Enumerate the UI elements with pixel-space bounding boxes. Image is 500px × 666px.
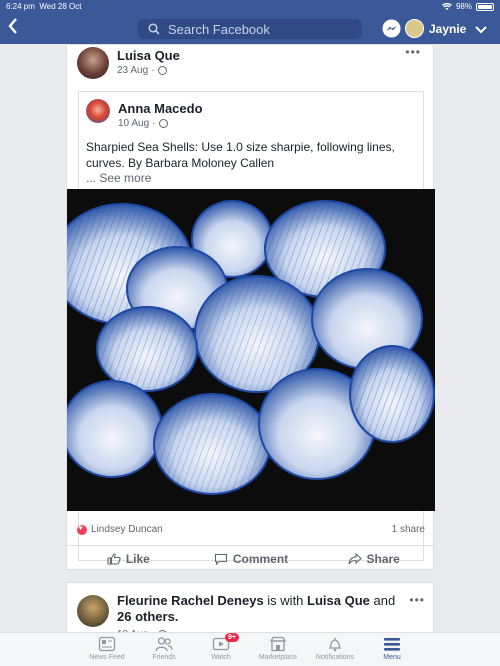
bell-icon — [326, 636, 344, 652]
globe-icon — [158, 119, 168, 128]
post-header: Luisa Que 23 Aug · ••• — [77, 45, 425, 85]
post-meta: 23 Aug · — [117, 65, 167, 76]
menu-icon — [383, 636, 401, 652]
comment-button[interactable]: Comment — [190, 546, 313, 571]
shares-count[interactable]: 1 share — [392, 524, 425, 535]
painted-shells-image — [67, 189, 435, 511]
shared-author-avatar[interactable] — [86, 99, 110, 123]
see-more-link[interactable]: ... See more — [86, 171, 151, 185]
bottom-tab-bar: News Feed Friends 9+ Watch Marketplace N… — [0, 632, 500, 666]
tab-label: News Feed — [89, 654, 125, 661]
see-more-text[interactable]: See more — [99, 171, 151, 185]
search-input[interactable]: Search Facebook — [138, 19, 362, 39]
thumbs-up-icon — [107, 552, 121, 565]
status-bar: 6:24 pm Wed 28 Oct 98% — [0, 0, 500, 13]
shared-post-meta: 10 Aug · — [118, 118, 168, 129]
watch-badge: 9+ — [225, 633, 239, 642]
news-feed-icon — [98, 636, 116, 652]
messenger-icon[interactable] — [382, 19, 401, 38]
like-label: Like — [125, 551, 150, 566]
shared-author-name[interactable]: Anna Macedo — [118, 101, 203, 116]
top-bar: 6:24 pm Wed 28 Oct 98% Search Facebook J… — [0, 0, 500, 44]
dot-separator: · — [151, 65, 155, 76]
and-text: and — [373, 593, 396, 608]
reaction-name[interactable]: Lindsey Duncan — [91, 524, 163, 535]
comment-icon — [214, 553, 227, 565]
account-dropdown-button[interactable] — [468, 17, 494, 41]
watch-icon: 9+ — [212, 633, 239, 652]
search-placeholder: Search Facebook — [168, 21, 270, 37]
is-with-text: is with — [267, 593, 304, 608]
tagged-friend-name[interactable]: Luisa Que — [307, 593, 370, 608]
tab-notifications[interactable]: Notifications — [305, 636, 365, 666]
author-name[interactable]: Luisa Que — [117, 48, 180, 63]
post-date[interactable]: 23 Aug — [117, 65, 148, 76]
author-avatar[interactable] — [77, 595, 109, 627]
post-actions: Like Comment Share — [67, 545, 435, 571]
reactions-bar[interactable]: Lindsey Duncan 1 share — [77, 523, 425, 539]
status-time: 6:24 pm Wed 28 Oct — [6, 2, 81, 11]
profile-name[interactable]: Jaynie — [429, 22, 466, 36]
chevron-down-icon — [475, 26, 487, 34]
author-avatar[interactable] — [77, 47, 109, 79]
tagged-others-link[interactable]: 26 others. — [117, 609, 178, 624]
comment-label: Comment — [232, 551, 289, 566]
see-more-prefix: ... — [86, 171, 97, 185]
share-button[interactable]: Share — [312, 546, 435, 571]
tab-label: Notifications — [315, 654, 355, 661]
tab-label: Friends — [152, 654, 176, 661]
marketplace-icon — [269, 636, 287, 652]
battery-icon — [476, 2, 494, 11]
love-reaction-icon — [77, 525, 87, 535]
chevron-left-icon — [8, 18, 17, 34]
tab-friends[interactable]: Friends — [134, 636, 194, 666]
post2-header-text: Fleurine Rachel Deneys is with Luisa Que… — [117, 593, 407, 625]
friends-icon — [155, 636, 173, 652]
author-name[interactable]: Fleurine Rachel Deneys — [117, 593, 264, 608]
globe-icon — [157, 66, 167, 75]
more-options-button[interactable]: ••• — [409, 593, 425, 607]
wifi-icon — [441, 2, 452, 10]
tab-label: Marketplace — [258, 654, 298, 661]
post-photo[interactable] — [67, 189, 435, 511]
search-icon — [148, 23, 160, 35]
status-date-text: Wed 28 Oct — [39, 2, 82, 11]
back-button[interactable] — [8, 18, 24, 38]
battery-percent: 98% — [455, 2, 472, 11]
status-time-text: 6:24 pm — [6, 2, 35, 11]
tab-label: Watch — [211, 654, 231, 661]
like-button[interactable]: Like — [67, 546, 190, 571]
more-options-button[interactable]: ••• — [405, 45, 421, 59]
tab-watch[interactable]: 9+ Watch — [191, 633, 251, 666]
shared-post-text: Sharpied Sea Shells: Use 1.0 size sharpi… — [86, 140, 395, 170]
dot-separator: · — [152, 118, 156, 129]
status-right: 98% — [441, 2, 494, 11]
share-icon — [347, 552, 362, 564]
shared-post[interactable]: Anna Macedo 10 Aug · Sharpied Sea Shells… — [67, 91, 435, 561]
profile-avatar[interactable] — [405, 19, 424, 38]
shared-post-date[interactable]: 10 Aug — [118, 118, 149, 129]
tab-label: Menu — [383, 654, 401, 661]
post-card: Luisa Que 23 Aug · ••• Anna Macedo 10 Au… — [66, 44, 435, 571]
tab-menu[interactable]: Menu — [362, 636, 422, 666]
tab-marketplace[interactable]: Marketplace — [248, 636, 308, 666]
tab-news-feed[interactable]: News Feed — [77, 636, 137, 666]
share-label: Share — [366, 551, 400, 566]
